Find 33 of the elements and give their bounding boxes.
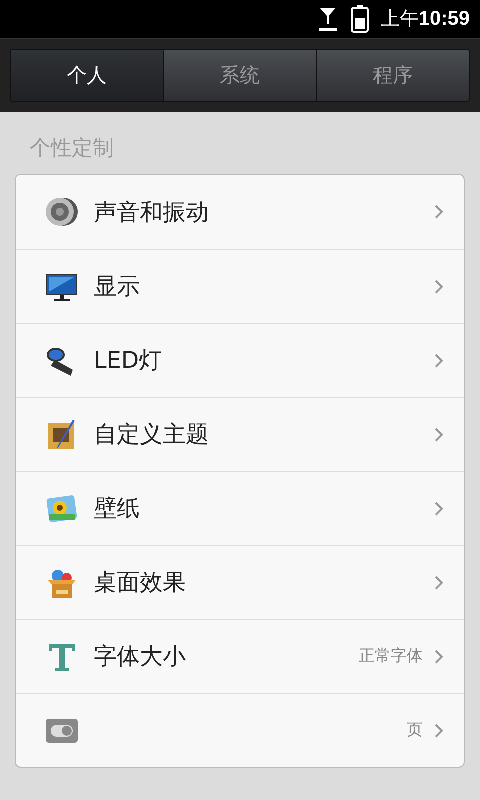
row-label: 显示 <box>94 273 141 302</box>
row-value: 正常字体 <box>359 646 423 667</box>
section-title: 个性定制 <box>29 135 115 162</box>
row-label: 壁纸 <box>94 495 141 524</box>
settings-row[interactable]: 桌面效果 <box>16 545 464 619</box>
row-label: 桌面效果 <box>94 569 187 598</box>
chevron-icon <box>435 650 444 664</box>
row-label: LED灯 <box>94 347 164 376</box>
tab[interactable]: 系统 <box>163 50 316 101</box>
chevron-icon <box>435 576 444 590</box>
toggle-icon <box>46 718 78 742</box>
signal-icon <box>316 6 339 32</box>
settings-row[interactable]: 壁纸 <box>16 471 464 545</box>
chevron-icon <box>435 280 444 294</box>
row-label: 声音和振动 <box>94 198 210 228</box>
row-value: 页 <box>407 720 423 741</box>
settings-row[interactable]: 自定义主题 <box>16 397 464 471</box>
settings-row[interactable]: LED灯 <box>16 323 464 397</box>
row-label: 字体大小 <box>94 643 187 672</box>
chevron-icon <box>435 428 444 442</box>
tab[interactable]: 个人 <box>11 50 163 101</box>
tab[interactable]: 程序 <box>316 50 469 101</box>
speaker-icon <box>45 195 79 229</box>
chevron-icon <box>435 724 444 738</box>
row-label: 自定义主题 <box>94 421 210 450</box>
chevron-icon <box>435 502 444 516</box>
battery-icon <box>350 5 369 33</box>
chevron-icon <box>435 354 444 368</box>
clock: 上午10:59 <box>380 7 470 32</box>
chevron-icon <box>435 205 444 219</box>
settings-row[interactable]: 显示 <box>16 249 464 323</box>
settings-row[interactable]: 字体大小 正常字体 <box>16 619 464 693</box>
settings-row[interactable]: 声音和振动 <box>16 175 464 249</box>
